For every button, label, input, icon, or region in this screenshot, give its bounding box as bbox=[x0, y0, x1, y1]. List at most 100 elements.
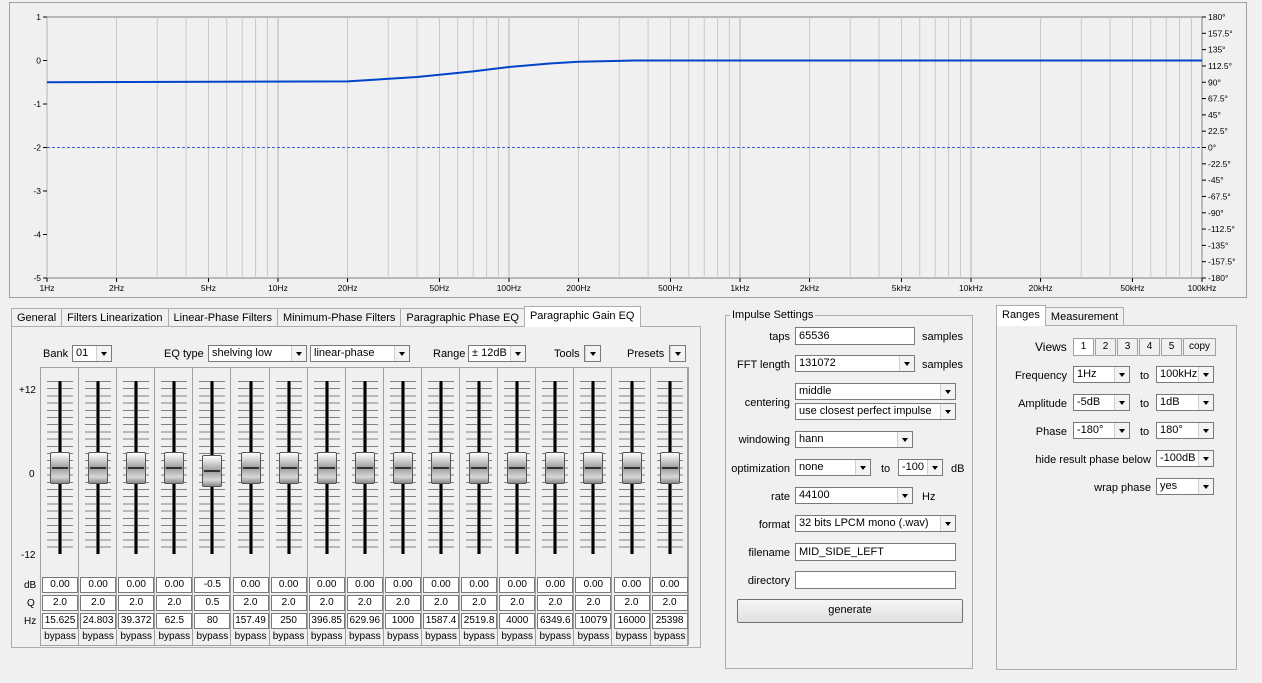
band-frequency-input[interactable]: 4000 bbox=[499, 613, 536, 629]
band-q-input[interactable]: 2.0 bbox=[308, 595, 345, 611]
amplitude-to-select[interactable]: 1dB bbox=[1156, 394, 1214, 411]
band-frequency-input[interactable]: 2519.8 bbox=[461, 613, 498, 629]
tab-linear-phase-filters[interactable]: Linear-Phase Filters bbox=[167, 308, 278, 327]
band-gain-input[interactable]: 0.00 bbox=[499, 577, 536, 593]
centering-select[interactable]: middle bbox=[795, 383, 956, 400]
band-bypass-toggle[interactable]: bypass bbox=[498, 630, 536, 643]
band-q-input[interactable]: 2.0 bbox=[156, 595, 193, 611]
frequency-from-select[interactable]: 1Hz bbox=[1073, 366, 1130, 383]
view-5-button[interactable]: 5 bbox=[1161, 338, 1182, 356]
view-copy-button[interactable]: copy bbox=[1183, 338, 1216, 356]
band-gain-input[interactable]: -0.5 bbox=[194, 577, 231, 593]
band-gain-input[interactable]: 0.00 bbox=[118, 577, 155, 593]
band-q-input[interactable]: 2.0 bbox=[461, 595, 498, 611]
band-frequency-input[interactable]: 10079 bbox=[575, 613, 612, 629]
fader-knob[interactable] bbox=[659, 451, 680, 484]
band-frequency-input[interactable]: 62.5 bbox=[156, 613, 193, 629]
band-bypass-toggle[interactable]: bypass bbox=[308, 630, 346, 643]
band-frequency-input[interactable]: 1587.4 bbox=[423, 613, 459, 629]
tab-ranges[interactable]: Ranges bbox=[996, 305, 1046, 326]
band-bypass-toggle[interactable]: bypass bbox=[155, 630, 193, 643]
band-bypass-toggle[interactable]: bypass bbox=[384, 630, 422, 643]
band-q-input[interactable]: 2.0 bbox=[42, 595, 78, 611]
taps-input[interactable]: 65536 bbox=[795, 327, 915, 345]
fader-knob[interactable] bbox=[621, 451, 642, 484]
optimization-select[interactable]: none bbox=[795, 459, 871, 476]
band-gain-input[interactable]: 0.00 bbox=[461, 577, 498, 593]
band-q-input[interactable]: 0.5 bbox=[194, 595, 231, 611]
fader-knob[interactable] bbox=[240, 451, 261, 484]
band-gain-input[interactable]: 0.00 bbox=[651, 577, 688, 593]
fader-knob[interactable] bbox=[507, 451, 528, 484]
band-q-input[interactable]: 2.0 bbox=[575, 595, 612, 611]
fader-knob[interactable] bbox=[469, 451, 490, 484]
fader-knob[interactable] bbox=[583, 451, 604, 484]
band-bypass-toggle[interactable]: bypass bbox=[193, 630, 231, 643]
filename-input[interactable]: MID_SIDE_LEFT bbox=[795, 543, 956, 561]
band-gain-input[interactable]: 0.00 bbox=[423, 577, 459, 593]
band-q-input[interactable]: 2.0 bbox=[537, 595, 574, 611]
band-frequency-input[interactable]: 6349.6 bbox=[537, 613, 574, 629]
band-gain-input[interactable]: 0.00 bbox=[80, 577, 117, 593]
phase-to-select[interactable]: 180° bbox=[1156, 422, 1214, 439]
band-frequency-input[interactable]: 396.85 bbox=[308, 613, 345, 629]
band-gain-input[interactable]: 0.00 bbox=[232, 577, 269, 593]
band-gain-input[interactable]: 0.00 bbox=[346, 577, 383, 593]
tab-measurement[interactable]: Measurement bbox=[1044, 307, 1125, 326]
tab-paragraphic-phase-eq[interactable]: Paragraphic Phase EQ bbox=[400, 308, 525, 327]
tab-general[interactable]: General bbox=[11, 308, 63, 327]
view-2-button[interactable]: 2 bbox=[1095, 338, 1116, 356]
view-1-button[interactable]: 1 bbox=[1073, 338, 1094, 356]
band-bypass-toggle[interactable]: bypass bbox=[270, 630, 308, 643]
band-bypass-toggle[interactable]: bypass bbox=[79, 630, 117, 643]
band-q-input[interactable]: 2.0 bbox=[118, 595, 155, 611]
band-bypass-toggle[interactable]: bypass bbox=[651, 630, 689, 643]
tab-minimum-phase-filters[interactable]: Minimum-Phase Filters bbox=[276, 308, 402, 327]
presets-select[interactable] bbox=[669, 345, 686, 362]
band-frequency-input[interactable]: 1000 bbox=[384, 613, 421, 629]
band-q-input[interactable]: 2.0 bbox=[613, 595, 650, 611]
fader-knob[interactable] bbox=[431, 451, 451, 484]
fader-knob[interactable] bbox=[126, 451, 147, 484]
band-q-input[interactable]: 2.0 bbox=[499, 595, 536, 611]
tools-select[interactable] bbox=[584, 345, 601, 362]
band-q-input[interactable]: 2.0 bbox=[232, 595, 269, 611]
band-bypass-toggle[interactable]: bypass bbox=[346, 630, 384, 643]
band-gain-input[interactable]: 0.00 bbox=[156, 577, 193, 593]
range-select[interactable]: ± 12dB bbox=[468, 345, 526, 362]
band-q-input[interactable]: 2.0 bbox=[423, 595, 459, 611]
band-frequency-input[interactable]: 629.96 bbox=[346, 613, 383, 629]
phase-mode-select[interactable]: linear-phase bbox=[310, 345, 410, 362]
eq-type-select[interactable]: shelving low bbox=[208, 345, 307, 362]
band-frequency-input[interactable]: 15.625 bbox=[42, 613, 78, 629]
fader-knob[interactable] bbox=[545, 451, 566, 484]
response-graph[interactable]: 1 0 -1 -2 -3 -4 -5 180° 157.5° 135° 112.5° 90° 67.5°… bbox=[9, 2, 1247, 298]
band-frequency-input[interactable]: 157.49 bbox=[232, 613, 269, 629]
fft-length-select[interactable]: 131072 bbox=[795, 355, 915, 372]
band-frequency-input[interactable]: 250 bbox=[270, 613, 307, 629]
band-gain-input[interactable]: 0.00 bbox=[384, 577, 421, 593]
band-q-input[interactable]: 2.0 bbox=[80, 595, 117, 611]
band-gain-input[interactable]: 0.00 bbox=[270, 577, 307, 593]
tab-filters-linearization[interactable]: Filters Linearization bbox=[61, 308, 169, 327]
fader-knob[interactable] bbox=[50, 451, 70, 484]
hide-phase-select[interactable]: -100dB bbox=[1156, 450, 1214, 467]
fader-knob[interactable] bbox=[278, 451, 299, 484]
frequency-to-select[interactable]: 100kHz bbox=[1156, 366, 1214, 383]
phase-from-select[interactable]: -180° bbox=[1073, 422, 1130, 439]
band-gain-input[interactable]: 0.00 bbox=[613, 577, 650, 593]
format-select[interactable]: 32 bits LPCM mono (.wav) bbox=[795, 515, 956, 532]
band-bypass-toggle[interactable]: bypass bbox=[574, 630, 612, 643]
wrap-phase-select[interactable]: yes bbox=[1156, 478, 1214, 495]
band-q-input[interactable]: 2.0 bbox=[384, 595, 421, 611]
view-3-button[interactable]: 3 bbox=[1117, 338, 1138, 356]
band-gain-input[interactable]: 0.00 bbox=[42, 577, 78, 593]
optimization-level-select[interactable]: -100 bbox=[898, 459, 943, 476]
generate-button[interactable]: generate bbox=[737, 599, 963, 623]
band-q-input[interactable]: 2.0 bbox=[346, 595, 383, 611]
fader-knob[interactable] bbox=[316, 451, 337, 484]
band-q-input[interactable]: 2.0 bbox=[651, 595, 688, 611]
band-q-input[interactable]: 2.0 bbox=[270, 595, 307, 611]
band-gain-input[interactable]: 0.00 bbox=[575, 577, 612, 593]
band-frequency-input[interactable]: 16000 bbox=[613, 613, 650, 629]
